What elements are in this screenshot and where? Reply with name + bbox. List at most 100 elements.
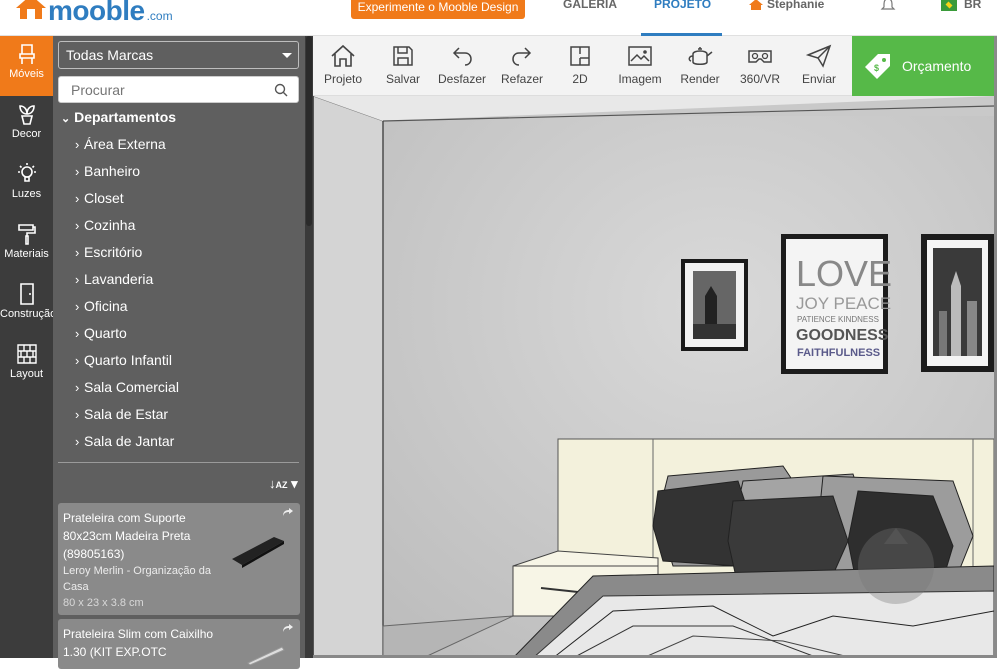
rail-item-decor[interactable]: Decor	[0, 96, 53, 156]
image-button[interactable]: Imagem	[616, 36, 664, 96]
vr-button[interactable]: 360/VR	[737, 36, 783, 96]
redo-button[interactable]: Refazer	[499, 36, 545, 96]
dept-item[interactable]: › Quarto Infantil	[75, 350, 295, 377]
3d-viewport[interactable]: LOVE JOY PEACE PATIENCE KINDNESS GOODNES…	[313, 96, 994, 658]
tool-label: Refazer	[500, 72, 544, 86]
chevron-right-icon: ›	[75, 272, 80, 287]
rail-label: Luzes	[11, 188, 42, 200]
user-menu[interactable]: Stephanie	[748, 0, 824, 11]
share-icon[interactable]	[282, 507, 294, 517]
dept-item[interactable]: › Banheiro	[75, 161, 295, 188]
rail-label: Layout	[9, 368, 44, 380]
rail-item-layout[interactable]: Layout	[0, 336, 53, 396]
rail-item-moveis[interactable]: Móveis	[0, 36, 53, 96]
rail-item-construcao[interactable]: Construção	[0, 276, 57, 336]
dept-item[interactable]: › Sala de Estar	[75, 404, 295, 431]
dept-item[interactable]: › Sala de Jantar	[75, 431, 295, 458]
chevron-right-icon: ›	[75, 326, 80, 341]
teapot-icon	[688, 47, 713, 65]
product-card[interactable]: Prateleira Slim com Caixilho 1.30 (KIT E…	[58, 619, 300, 669]
departments-heading[interactable]: ⌄ Departamentos	[61, 109, 176, 125]
rail-item-luzes[interactable]: Luzes	[0, 156, 53, 216]
save-icon	[393, 46, 413, 66]
try-mooble-design-button[interactable]: Experimente o Mooble Design	[351, 0, 525, 19]
dept-label: Cozinha	[84, 217, 136, 233]
product-card[interactable]: Prateleira com Suporte 80x23cm Madeira P…	[58, 503, 300, 615]
share-icon[interactable]	[282, 623, 294, 633]
rail-label: Construção	[0, 308, 57, 320]
catalog-panel: Todas Marcas ⌄ Departamentos › Área Exter…	[53, 36, 305, 669]
chair-icon	[18, 44, 35, 64]
room-scene: LOVE JOY PEACE PATIENCE KINDNESS GOODNES…	[313, 96, 994, 658]
tool-label: Imagem	[618, 72, 662, 86]
tool-label: Enviar	[801, 72, 836, 86]
product-thumbnail	[247, 646, 285, 665]
brand-select-value: Todas Marcas	[66, 47, 154, 63]
logo-text: mooble	[48, 0, 145, 26]
panel-scrollbar-thumb[interactable]	[306, 36, 312, 226]
undo-button[interactable]: Desfazer	[437, 36, 487, 96]
svg-text:$: $	[874, 63, 879, 73]
dept-item[interactable]: › Sala Comercial	[75, 377, 295, 404]
dept-item[interactable]: › Quarto	[75, 323, 295, 350]
dept-label: Closet	[84, 190, 124, 206]
dept-item[interactable]: › Lavanderia	[75, 269, 295, 296]
departments-list: › Área Externa › Banheiro › Closet › Cozinha…	[75, 134, 295, 458]
bell-icon[interactable]	[880, 0, 896, 12]
divider	[58, 462, 299, 463]
door-icon	[19, 283, 34, 305]
redo-icon	[512, 47, 532, 66]
save-button[interactable]: Salvar	[381, 36, 425, 96]
product-title: Prateleira Slim com Caixilho 1.30 (KIT E…	[63, 627, 214, 659]
dept-item[interactable]: › Oficina	[75, 296, 295, 323]
price-tag-icon: $	[865, 54, 890, 79]
bulb-icon	[17, 163, 36, 182]
product-brand: Leroy Merlin - Organização da Casa	[63, 565, 211, 593]
send-button[interactable]: Enviar	[799, 36, 839, 96]
language-selector[interactable]: BR	[964, 0, 981, 11]
tool-label: Salvar	[385, 72, 420, 86]
tool-label: Desfazer	[437, 72, 487, 86]
dept-item[interactable]: › Área Externa	[75, 134, 295, 161]
poster-patience: PATIENCE KINDNESS	[797, 315, 879, 324]
image-icon	[628, 46, 652, 66]
mooble-logo[interactable]: mooble .com	[14, 0, 173, 27]
home-icon	[331, 44, 355, 67]
quote-button[interactable]: $ Orçamento	[852, 36, 997, 96]
chevron-right-icon: ›	[75, 407, 80, 422]
wall-frame-words: LOVE JOY PEACE PATIENCE KINDNESS GOODNES…	[781, 234, 892, 374]
product-dimensions: 80 x 23 x 3.8 cm	[63, 597, 144, 609]
rail-item-materiais[interactable]: Materiais	[0, 216, 53, 276]
view-2d-button[interactable]: 2D	[563, 36, 597, 96]
view-navigation-gizmo	[858, 528, 934, 604]
dept-label: Escritório	[84, 244, 143, 260]
nav-project[interactable]: PROJETO	[654, 0, 711, 11]
chevron-right-icon: ›	[75, 434, 80, 449]
project-button[interactable]: Projeto	[321, 36, 365, 96]
dept-label: Oficina	[84, 298, 128, 314]
tool-label: 2D	[572, 72, 588, 86]
dept-item[interactable]: › Escritório	[75, 242, 295, 269]
search-input[interactable]	[59, 77, 259, 102]
sort-az-icon[interactable]: ↓AZ ▾	[269, 476, 298, 492]
wall-frame-tower	[681, 259, 748, 351]
dept-label: Lavanderia	[84, 271, 154, 287]
send-icon	[806, 44, 832, 68]
nav-gallery[interactable]: GALERIA	[563, 0, 617, 11]
chevron-right-icon: ›	[75, 218, 80, 233]
dept-item[interactable]: › Closet	[75, 188, 295, 215]
brand-select[interactable]: Todas Marcas	[58, 41, 299, 69]
chevron-right-icon: ›	[75, 380, 80, 395]
search-icon[interactable]	[274, 83, 288, 97]
rail-label: Materiais	[4, 248, 49, 260]
logo-house-icon	[16, 0, 46, 19]
dept-item[interactable]: › Cozinha	[75, 215, 295, 242]
brazil-flag-icon[interactable]	[941, 0, 957, 11]
tool-label: 360/VR	[739, 72, 781, 86]
logo-suffix: .com	[146, 9, 173, 23]
brick-wall-icon	[16, 344, 37, 364]
render-button[interactable]: Render	[679, 36, 721, 96]
floorplan-icon	[570, 46, 590, 66]
user-name: Stephanie	[767, 0, 825, 11]
poster-joy-peace: JOY PEACE	[796, 294, 891, 313]
